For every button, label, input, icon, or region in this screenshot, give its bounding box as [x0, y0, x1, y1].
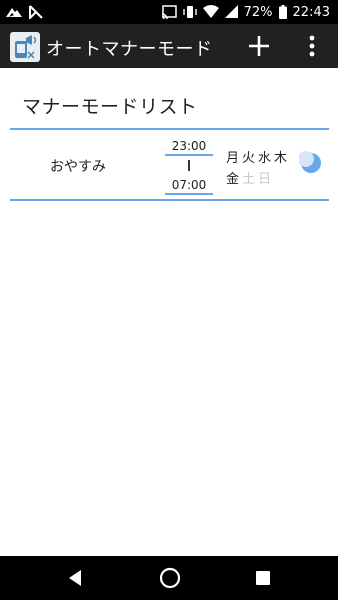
back-icon[interactable] — [65, 568, 85, 588]
list-heading: マナーモードリスト — [22, 96, 198, 118]
day-sat[interactable]: 土 — [241, 168, 256, 187]
list-divider-top — [10, 128, 329, 130]
time-separator — [188, 160, 190, 171]
cast-icon — [161, 5, 177, 19]
day-tue[interactable]: 火 — [241, 147, 256, 166]
days-row-1: 月 火 水 木 — [225, 147, 288, 166]
end-time-underline — [165, 193, 213, 195]
vibrate-icon — [182, 6, 197, 18]
app-notification-icon — [29, 5, 43, 19]
status-time: 22:43 — [292, 4, 330, 20]
day-sun[interactable]: 日 — [257, 168, 272, 187]
list-item[interactable]: おやすみ 23:00 07:00 月 火 水 木 金 土 日 — [10, 131, 329, 199]
wifi-icon — [202, 5, 219, 18]
day-mon[interactable]: 月 — [225, 147, 240, 166]
moon-icon[interactable] — [299, 151, 323, 175]
mode-name: おやすみ — [50, 159, 106, 175]
status-bar: 72% 22:43 — [0, 0, 338, 24]
add-icon[interactable] — [247, 34, 271, 58]
more-vert-icon[interactable] — [304, 34, 320, 58]
day-wed[interactable]: 水 — [257, 147, 272, 166]
start-time[interactable]: 23:00 — [165, 139, 213, 153]
end-time[interactable]: 07:00 — [165, 178, 213, 192]
start-time-underline — [165, 154, 213, 156]
day-fri[interactable]: 金 — [225, 168, 240, 187]
days-row-2: 金 土 日 — [225, 168, 272, 187]
app-title: オートマナーモード — [46, 39, 213, 60]
mountain-notification-icon — [6, 8, 22, 17]
list-divider-bottom — [10, 199, 329, 201]
battery-icon — [278, 5, 287, 19]
battery-percent: 72% — [243, 4, 273, 20]
home-icon[interactable] — [159, 567, 181, 589]
navigation-bar — [0, 556, 338, 600]
app-bar: オートマナーモード — [0, 24, 338, 68]
signal-icon — [224, 5, 238, 18]
app-logo-icon — [10, 32, 40, 62]
recents-icon[interactable] — [256, 571, 270, 585]
day-thu[interactable]: 木 — [273, 147, 288, 166]
